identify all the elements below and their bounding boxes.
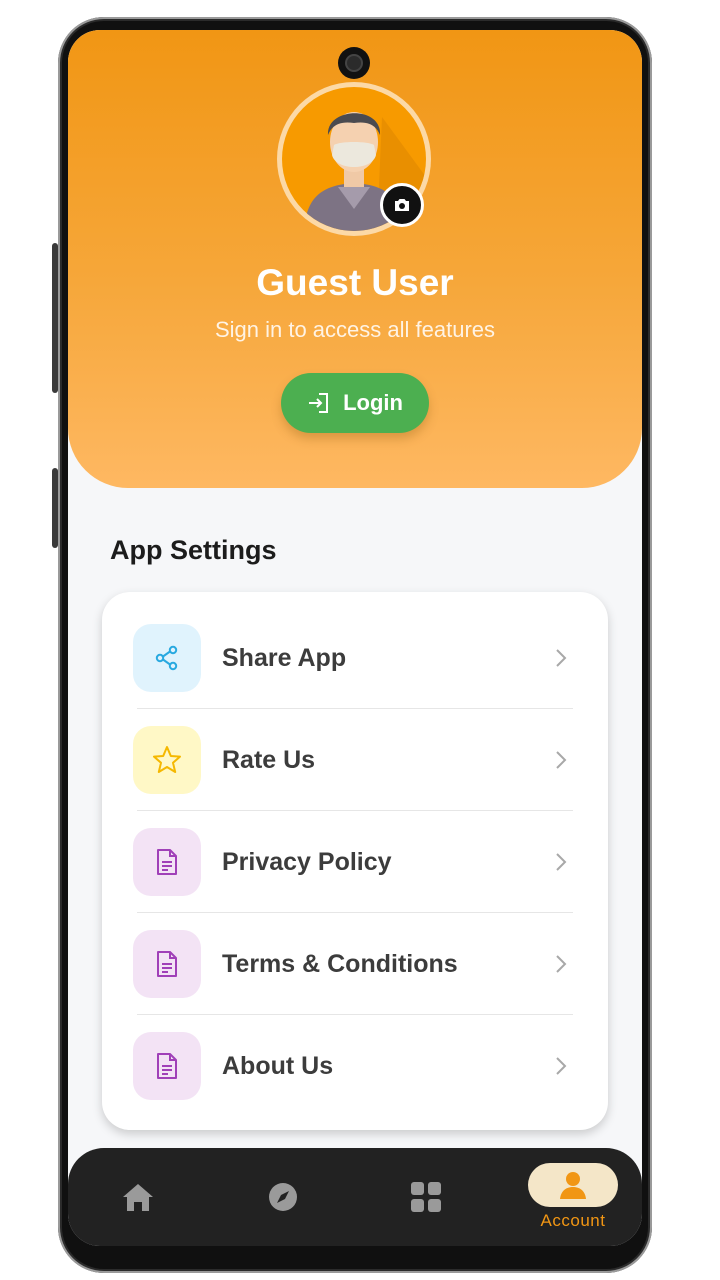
settings-item-rate-us[interactable]: Rate Us (102, 709, 608, 811)
front-camera (338, 47, 370, 79)
compass-icon (269, 1183, 297, 1211)
document-icon (157, 849, 177, 875)
active-indicator (528, 1163, 618, 1207)
nav-explore[interactable] (243, 1148, 323, 1246)
user-name: Guest User (256, 262, 454, 303)
settings-item-label: Privacy Policy (222, 847, 392, 876)
change-photo-button[interactable] (380, 183, 424, 227)
share-icon (155, 645, 178, 671)
nav-account-label: Account (540, 1211, 606, 1230)
settings-item-about-us[interactable]: About Us (102, 1015, 608, 1117)
bottom-nav: Account (68, 1148, 642, 1246)
settings-item-label: Share App (222, 643, 347, 672)
login-button[interactable]: Login (281, 373, 429, 433)
chevron-right-icon (556, 853, 567, 871)
share-icon-box (133, 624, 201, 692)
settings-item-share-app[interactable]: Share App (102, 607, 608, 709)
document-icon (157, 951, 177, 977)
document-icon-box (133, 828, 201, 896)
nav-home[interactable] (98, 1148, 178, 1246)
home-icon (123, 1184, 153, 1211)
chevron-right-icon (556, 955, 567, 973)
star-icon (153, 746, 181, 773)
profile-header: Guest User Sign in to access all feature… (68, 30, 642, 488)
login-icon (309, 393, 329, 413)
chevron-right-icon (556, 649, 567, 667)
settings-item-terms-conditions[interactable]: Terms & Conditions (102, 913, 608, 1015)
settings-item-label: Rate Us (222, 745, 316, 774)
grid-icon (411, 1182, 441, 1212)
settings-item-privacy-policy[interactable]: Privacy Policy (102, 811, 608, 913)
screen: Guest User Sign in to access all feature… (68, 30, 642, 1246)
nav-account[interactable]: Account (518, 1148, 628, 1246)
document-icon-box (133, 1032, 201, 1100)
nav-categories[interactable] (386, 1148, 466, 1246)
chevron-right-icon (556, 751, 567, 769)
document-icon (157, 1053, 177, 1079)
chevron-right-icon (556, 1057, 567, 1075)
document-icon-box (133, 930, 201, 998)
camera-icon (395, 199, 409, 211)
star-icon-box (133, 726, 201, 794)
person-icon (560, 1172, 586, 1199)
settings-item-label: Terms & Conditions (222, 949, 458, 978)
section-title: App Settings (110, 535, 277, 565)
settings-card: Share App Rate Us Privacy Policy Terms &… (102, 592, 608, 1130)
user-subtitle: Sign in to access all features (214, 317, 496, 342)
settings-item-label: About Us (222, 1051, 334, 1080)
login-label: Login (343, 390, 403, 415)
